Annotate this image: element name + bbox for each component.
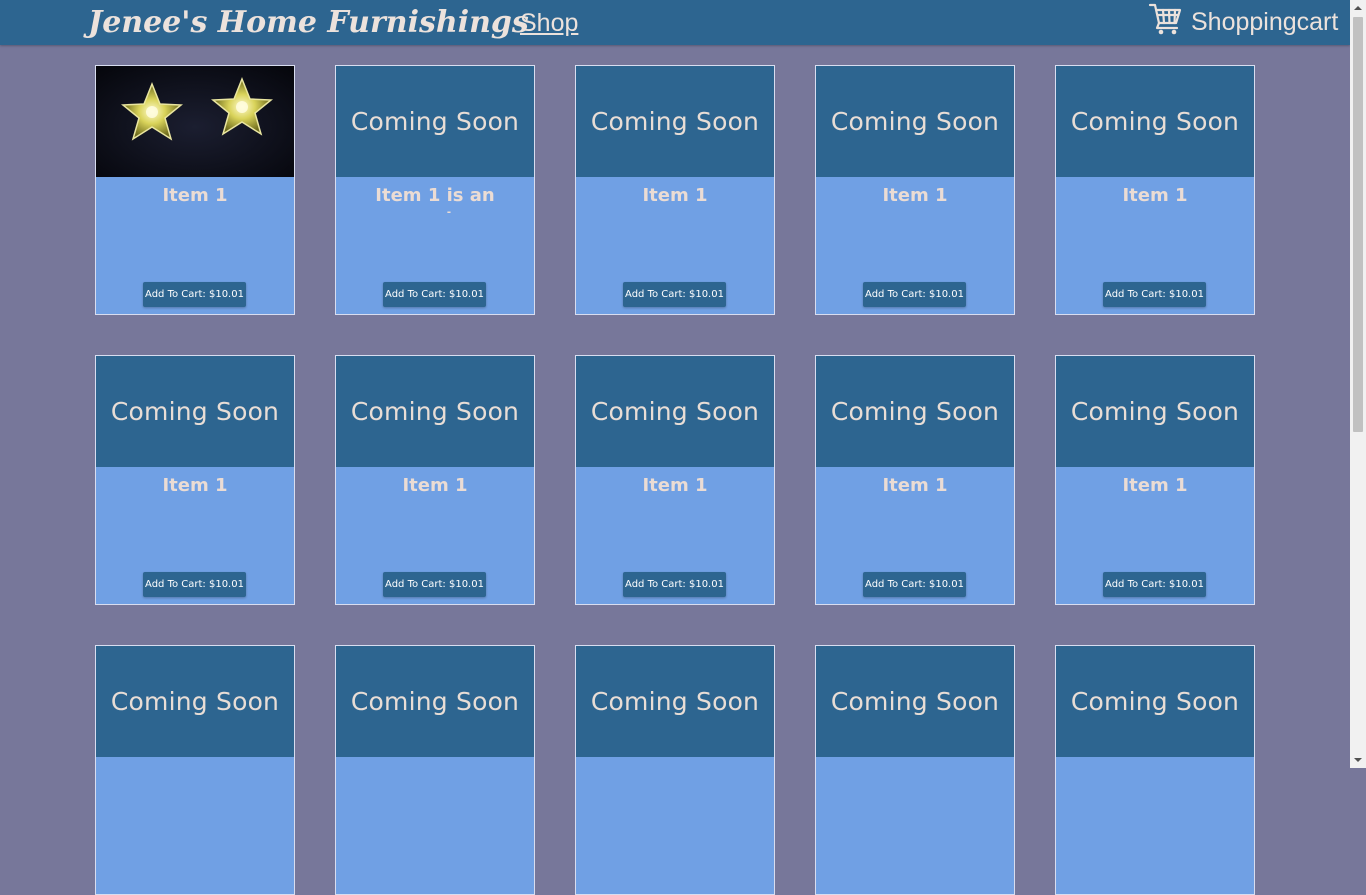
product-card: Coming Soon Item 1 Add To Cart: $10.01: [1055, 355, 1255, 605]
product-title: Item 1: [642, 185, 708, 206]
add-to-cart-button[interactable]: Add To Cart: $10.01: [623, 572, 726, 597]
product-card: Coming Soon: [335, 645, 535, 895]
product-card: Item 1 Add To Cart: $10.01: [95, 65, 295, 315]
product-image[interactable]: Coming Soon: [96, 646, 294, 757]
product-card: Coming Soon Item 1 Add To Cart: $10.01: [815, 355, 1015, 605]
product-card: Coming Soon Item 1 is an amazing Add To Ca…: [335, 65, 535, 315]
product-image[interactable]: Coming Soon: [1056, 356, 1254, 467]
coming-soon-label: Coming Soon: [590, 107, 760, 136]
product-card: Coming Soon: [815, 645, 1015, 895]
coming-soon-label: Coming Soon: [1070, 107, 1240, 136]
product-title: [576, 757, 774, 793]
product-card: Coming Soon: [575, 645, 775, 895]
coming-soon-label: Coming Soon: [1070, 397, 1240, 426]
product-image[interactable]: Coming Soon: [576, 66, 774, 177]
product-card: Coming Soon Item 1 Add To Cart: $10.01: [815, 65, 1015, 315]
shopping-cart-link[interactable]: Shoppingcart: [1148, 0, 1338, 45]
vertical-scrollbar[interactable]: [1350, 0, 1366, 768]
product-image[interactable]: [96, 66, 294, 177]
add-to-cart-button[interactable]: Add To Cart: $10.01: [383, 572, 486, 597]
product-title: Item 1: [642, 475, 708, 496]
product-image[interactable]: Coming Soon: [336, 356, 534, 467]
scroll-down-arrow-icon[interactable]: [1350, 752, 1366, 768]
product-title: Item 1: [882, 475, 948, 496]
product-title: Item 1 is an amazing: [375, 185, 495, 213]
product-title: Item 1: [162, 475, 228, 496]
product-title: [816, 757, 1014, 793]
coming-soon-label: Coming Soon: [830, 397, 1000, 426]
coming-soon-label: Coming Soon: [350, 107, 520, 136]
coming-soon-label: Coming Soon: [350, 687, 520, 716]
scroll-thumb[interactable]: [1353, 17, 1363, 432]
add-to-cart-button[interactable]: Add To Cart: $10.01: [143, 572, 246, 597]
scroll-up-arrow-icon[interactable]: [1350, 0, 1366, 16]
product-title: Item 1: [402, 475, 468, 496]
product-card: Coming Soon Item 1 Add To Cart: $10.01: [1055, 65, 1255, 315]
product-card: Coming Soon Item 1 Add To Cart: $10.01: [575, 65, 775, 315]
star-lights-photo[interactable]: [96, 66, 294, 177]
add-to-cart-button[interactable]: Add To Cart: $10.01: [1103, 282, 1206, 307]
product-title: Item 1: [882, 185, 948, 206]
product-title: [1056, 757, 1254, 793]
coming-soon-label: Coming Soon: [830, 687, 1000, 716]
product-card: Coming Soon Item 1 Add To Cart: $10.01: [335, 355, 535, 605]
coming-soon-label: Coming Soon: [590, 687, 760, 716]
product-title: Item 1: [162, 185, 228, 206]
product-image[interactable]: Coming Soon: [1056, 66, 1254, 177]
coming-soon-label: Coming Soon: [1070, 687, 1240, 716]
add-to-cart-button[interactable]: Add To Cart: $10.01: [623, 282, 726, 307]
coming-soon-label: Coming Soon: [830, 107, 1000, 136]
add-to-cart-button[interactable]: Add To Cart: $10.01: [1103, 572, 1206, 597]
product-image[interactable]: Coming Soon: [1056, 646, 1254, 757]
coming-soon-label: Coming Soon: [110, 397, 280, 426]
product-card: Coming Soon Item 1 Add To Cart: $10.01: [95, 355, 295, 605]
coming-soon-label: Coming Soon: [110, 687, 280, 716]
nav-shop-link[interactable]: Shop: [520, 6, 578, 40]
product-image[interactable]: Coming Soon: [576, 356, 774, 467]
coming-soon-label: Coming Soon: [590, 397, 760, 426]
coming-soon-label: Coming Soon: [350, 397, 520, 426]
product-title: Item 1: [1122, 475, 1188, 496]
product-image[interactable]: Coming Soon: [816, 646, 1014, 757]
shopping-cart-icon[interactable]: [1148, 1, 1182, 35]
product-image[interactable]: Coming Soon: [816, 66, 1014, 177]
product-title: [336, 757, 534, 793]
site-brand[interactable]: Jenee's Home Furnishings: [88, 2, 529, 44]
product-image[interactable]: Coming Soon: [816, 356, 1014, 467]
add-to-cart-button[interactable]: Add To Cart: $10.01: [863, 572, 966, 597]
product-image[interactable]: Coming Soon: [336, 646, 534, 757]
product-title: [96, 757, 294, 793]
add-to-cart-button[interactable]: Add To Cart: $10.01: [383, 282, 486, 307]
product-card: Coming Soon: [95, 645, 295, 895]
product-card: Coming Soon Item 1 Add To Cart: $10.01: [575, 355, 775, 605]
product-image[interactable]: Coming Soon: [336, 66, 534, 177]
add-to-cart-button[interactable]: Add To Cart: $10.01: [863, 282, 966, 307]
add-to-cart-button[interactable]: Add To Cart: $10.01: [143, 282, 246, 307]
product-image[interactable]: Coming Soon: [576, 646, 774, 757]
shopping-cart-label[interactable]: Shoppingcart: [1191, 8, 1338, 37]
product-card: Coming Soon: [1055, 645, 1255, 895]
product-title: Item 1: [1122, 185, 1188, 206]
top-navbar: Jenee's Home Furnishings Shop Shoppingca…: [0, 0, 1350, 45]
product-image[interactable]: Coming Soon: [96, 356, 294, 467]
